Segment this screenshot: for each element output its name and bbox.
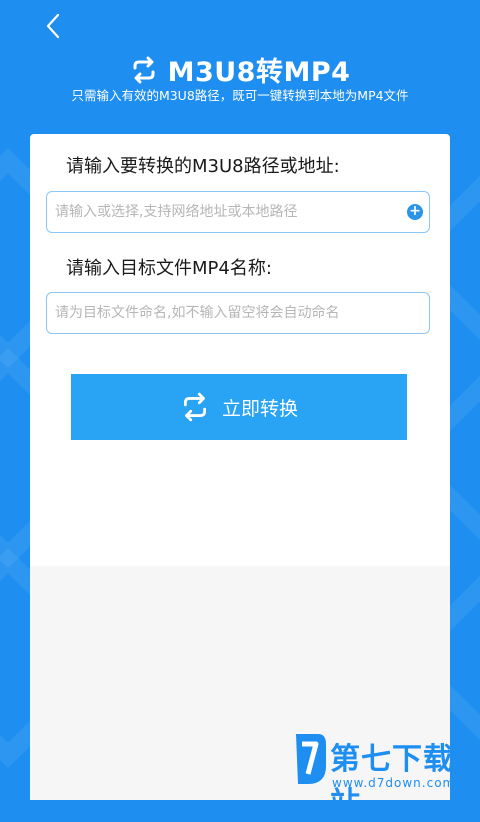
title-row: M3U8转MP4: [0, 50, 480, 89]
page-title: M3U8转MP4: [167, 57, 351, 88]
chevron-left-icon: [46, 13, 60, 39]
watermark-url: www.d7down.com: [332, 776, 456, 790]
source-path-input[interactable]: [53, 203, 407, 221]
target-name-input[interactable]: [53, 304, 423, 322]
plus-circle-icon[interactable]: +: [407, 204, 423, 220]
header: M3U8转MP4 只需输入有效的M3U8路径，既可一键转换到本地为MP4文件: [0, 0, 480, 140]
back-button[interactable]: [40, 12, 68, 40]
convert-button[interactable]: 立即转换: [71, 374, 407, 440]
source-label: 请输入要转换的M3U8路径或地址:: [66, 156, 340, 177]
source-input-box: +: [46, 191, 430, 233]
page-subtitle: 只需输入有效的M3U8路径，既可一键转换到本地为MP4文件: [71, 88, 409, 103]
converter-card: 请输入要转换的M3U8路径或地址: + 请输入目标文件MP4名称: 立即转换: [30, 134, 450, 566]
watermark: 第七下载站 www.d7down.com: [0, 720, 480, 821]
convert-button-label: 立即转换: [221, 398, 298, 420]
repeat-icon: [133, 56, 155, 83]
repeat-icon: [183, 392, 207, 422]
target-input-box: [46, 292, 430, 334]
d7-logo-icon: [296, 734, 326, 784]
target-label: 请输入目标文件MP4名称:: [66, 258, 272, 279]
